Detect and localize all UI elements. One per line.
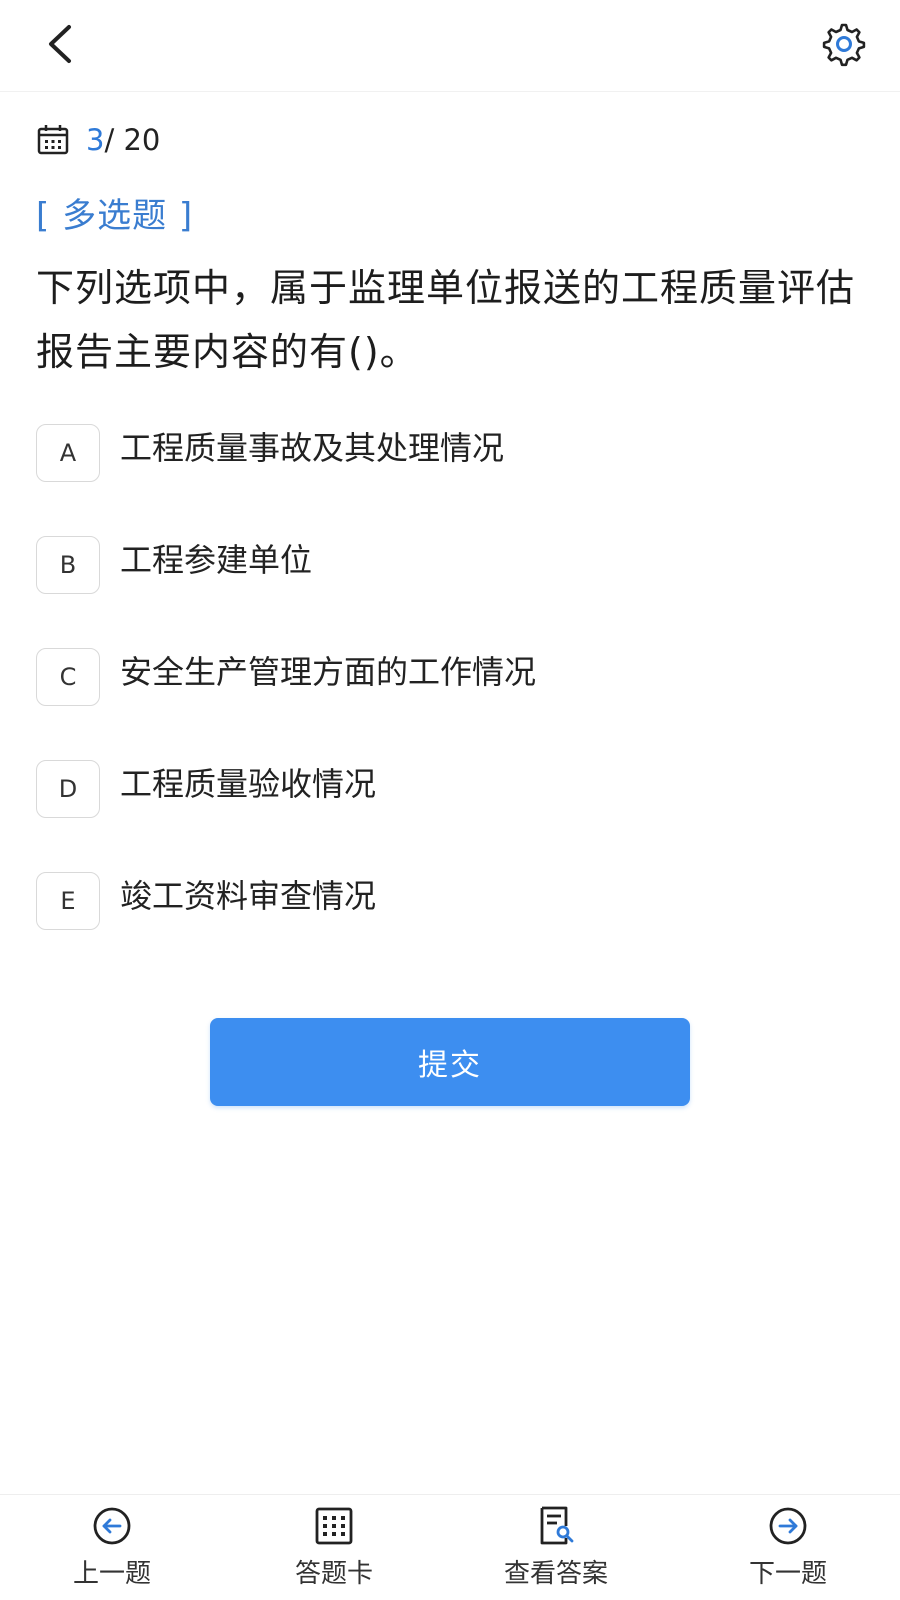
option-text: 工程质量验收情况 — [120, 765, 377, 803]
grid-card-icon — [315, 1507, 353, 1545]
view-answer-label: 查看答案 — [503, 1559, 608, 1589]
option-text: 安全生产管理方面的工作情况 — [120, 653, 537, 691]
option-text: 工程质量事故及其处理情况 — [120, 429, 505, 467]
option-a[interactable]: A 工程质量事故及其处理情况 — [36, 424, 866, 482]
document-search-icon — [540, 1506, 574, 1545]
total-question-count: / 20 — [104, 123, 161, 157]
next-question-button[interactable]: 下一题 — [698, 1505, 878, 1600]
chevron-left-icon — [49, 25, 71, 63]
prev-question-button[interactable]: 上一题 — [22, 1505, 202, 1600]
option-letter: E — [36, 872, 100, 930]
gear-icon — [822, 23, 866, 67]
current-question-number: 3 — [86, 123, 105, 157]
arrow-left-circle-icon — [93, 1507, 131, 1545]
answer-card-label: 答题卡 — [294, 1559, 373, 1589]
prev-question-label: 上一题 — [72, 1559, 151, 1589]
option-text: 工程参建单位 — [120, 541, 313, 579]
option-c[interactable]: C 安全生产管理方面的工作情况 — [36, 648, 866, 706]
view-answer-button[interactable]: 查看答案 — [466, 1505, 646, 1600]
question-type-label: [ 多选题 ] — [36, 196, 194, 236]
next-question-label: 下一题 — [748, 1559, 827, 1589]
back-button[interactable] — [34, 18, 86, 70]
option-letter: A — [36, 424, 100, 482]
option-b[interactable]: B 工程参建单位 — [36, 536, 866, 594]
option-text: 竣工资料审查情况 — [120, 877, 377, 915]
answer-card-button[interactable]: 答题卡 — [244, 1505, 424, 1600]
question-progress: 3 / 20 — [36, 122, 160, 158]
question-text: 下列选项中，属于监理单位报送的工程质量评估报告主要内容的有()。 — [36, 266, 856, 374]
submit-button[interactable]: 提交 — [210, 1018, 690, 1106]
option-d[interactable]: D 工程质量验收情况 — [36, 760, 866, 818]
top-bar — [0, 0, 900, 92]
option-letter: D — [36, 760, 100, 818]
arrow-right-circle-icon — [769, 1507, 807, 1545]
calendar-icon — [37, 125, 69, 155]
option-e[interactable]: E 竣工资料审查情况 — [36, 872, 866, 930]
option-letter: B — [36, 536, 100, 594]
bottom-nav: 上一题 答题卡 查看答案 下一题 — [0, 1494, 900, 1600]
option-letter: C — [36, 648, 100, 706]
settings-button[interactable] — [816, 16, 872, 72]
